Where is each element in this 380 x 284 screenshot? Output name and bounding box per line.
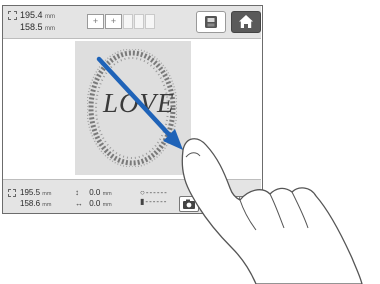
thread-slot-5: [145, 13, 155, 29]
design-size-readout: 195.4 mm 158.5 mm: [8, 10, 55, 34]
embroidery-canvas[interactable]: LOVE: [3, 39, 261, 177]
layout-width-unit: mm: [42, 191, 52, 197]
stitch-view-button[interactable]: [203, 196, 223, 212]
horizontal-arrow-icon: ↔: [75, 199, 83, 208]
drag-direction-arrow: [96, 56, 183, 150]
design-width-unit: mm: [45, 14, 56, 20]
layout-height-value: 158.6: [20, 199, 41, 208]
zoom-button[interactable]: [239, 196, 259, 212]
design-height-unit: mm: [45, 26, 56, 32]
layout-size-icon: [8, 189, 16, 197]
memory-button[interactable]: [196, 11, 226, 33]
design-height-value: 158.5: [20, 22, 43, 32]
design-width-value: 195.4: [20, 10, 43, 20]
layout-size-readout: 195.5 mm 158.6 mm: [8, 188, 51, 210]
top-toolbar: 195.4 mm 158.5 mm + +: [3, 6, 261, 39]
memory-card-icon: [205, 16, 217, 28]
zoom-in-icon: [243, 198, 256, 211]
vertical-offset-unit: mm: [102, 191, 112, 197]
layout-width-value: 195.5: [20, 188, 41, 197]
layout-height-unit: mm: [42, 202, 52, 208]
thread-info: ○------ ▮------: [140, 188, 168, 206]
vertical-offset-value: 0.0: [89, 188, 101, 197]
thread-info-row-1: ------: [145, 188, 168, 197]
thread-slot-1[interactable]: +: [87, 13, 104, 29]
position-offset-readout: ↕ 0.0 mm ↔ 0.0 mm: [75, 188, 112, 210]
horizontal-offset-unit: mm: [102, 202, 112, 208]
bottom-toolbar: 195.5 mm 158.6 mm ↕ 0.0 mm ↔ 0.0 mm ○---…: [3, 179, 261, 213]
camera-button[interactable]: [179, 196, 199, 212]
camera-icon: [183, 199, 195, 209]
home-icon: [239, 15, 253, 28]
horizontal-offset-value: 0.0: [89, 199, 101, 208]
thread-color-strip: + +: [87, 13, 156, 29]
embroidery-edit-screen: 195.4 mm 158.5 mm + + 195.5 mm 158.6 mm …: [2, 5, 263, 214]
vertical-arrow-icon: ↕: [75, 188, 79, 197]
thread-slot-3: [123, 13, 133, 29]
thread-slot-4: [134, 13, 144, 29]
thread-slot-2[interactable]: +: [105, 13, 122, 29]
thread-info-row-2: ------: [145, 197, 168, 206]
home-button[interactable]: [231, 11, 261, 33]
